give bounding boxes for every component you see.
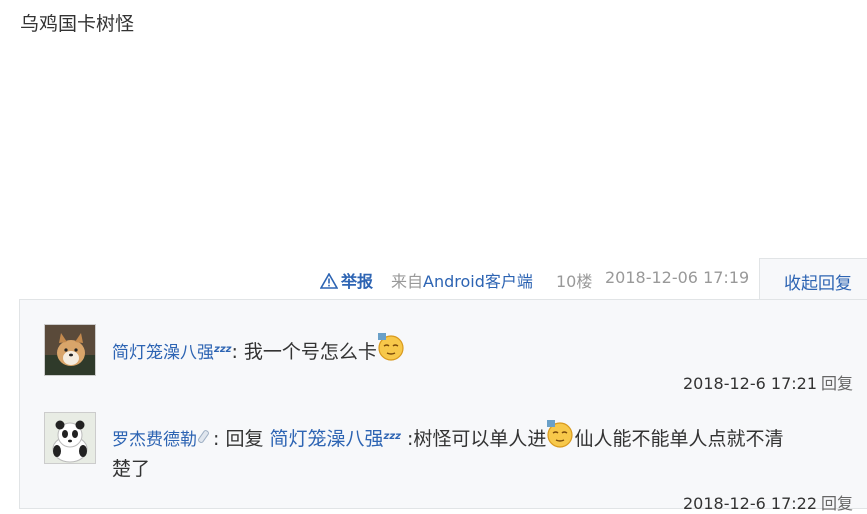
collapse-replies-button[interactable]: 收起回复 bbox=[759, 258, 867, 300]
reply-button[interactable]: 回复 bbox=[821, 374, 853, 393]
post-content: 乌鸡国卡树怪 bbox=[20, 13, 135, 35]
collapse-label: 收起回复 bbox=[784, 274, 852, 294]
panda-avatar-image bbox=[45, 413, 95, 463]
comment-line: 简灯笼澡八强zzz: 我一个号怎么卡 bbox=[112, 333, 405, 364]
comment-text-wrap: 楚了 bbox=[112, 458, 151, 480]
comment-meta: 2018-12-6 17:22 回复 bbox=[683, 490, 853, 514]
comment-text: :树怪可以单人进 bbox=[400, 428, 547, 450]
reply-to-username[interactable]: 简灯笼澡八强 bbox=[270, 428, 384, 450]
sleep-badge-icon: zzz bbox=[214, 344, 232, 355]
comment-meta: 2018-12-6 17:21 回复 bbox=[683, 370, 853, 394]
android-client-link[interactable]: Android客户端 bbox=[423, 272, 533, 291]
post-tail: 举报 来自Android客户端 10楼 2018-12-06 17:19 收起回… bbox=[0, 258, 867, 300]
floor-number: 10楼 bbox=[556, 272, 593, 291]
post-time: 2018-12-06 17:19 bbox=[605, 268, 750, 287]
sleep-badge-icon: zzz bbox=[383, 431, 401, 442]
comment-line: 罗杰费德勒 : 回复 简灯笼澡八强zzz :树怪可以单人进 仙人能不能单人点就不… bbox=[112, 420, 783, 451]
comment-text: 我一个号怎么卡 bbox=[237, 341, 377, 363]
comment-panel: 简灯笼澡八强zzz: 我一个号怎么卡 2018-12-6 17:21 回复 罗杰费… bbox=[19, 299, 867, 513]
client-source: 来自Android客户端 bbox=[391, 272, 533, 291]
comment-username[interactable]: 罗杰费德勒 bbox=[112, 430, 197, 450]
sleepy-emoji-icon bbox=[547, 420, 574, 448]
pacifier-icon bbox=[197, 430, 209, 444]
report-link[interactable]: 举报 bbox=[320, 268, 373, 292]
comment-text-cont: 仙人能不能单人点就不清 bbox=[574, 428, 784, 450]
reply-prefix: 回复 bbox=[219, 428, 270, 450]
report-label: 举报 bbox=[341, 272, 374, 291]
comment-time: 2018-12-6 17:21 bbox=[683, 374, 817, 393]
avatar[interactable] bbox=[44, 324, 96, 376]
warning-icon bbox=[320, 273, 338, 289]
sleepy-emoji-icon bbox=[377, 333, 404, 361]
avatar[interactable] bbox=[44, 412, 96, 464]
dog-avatar-image bbox=[45, 325, 95, 375]
comment-username[interactable]: 简灯笼澡八强 bbox=[112, 343, 214, 363]
